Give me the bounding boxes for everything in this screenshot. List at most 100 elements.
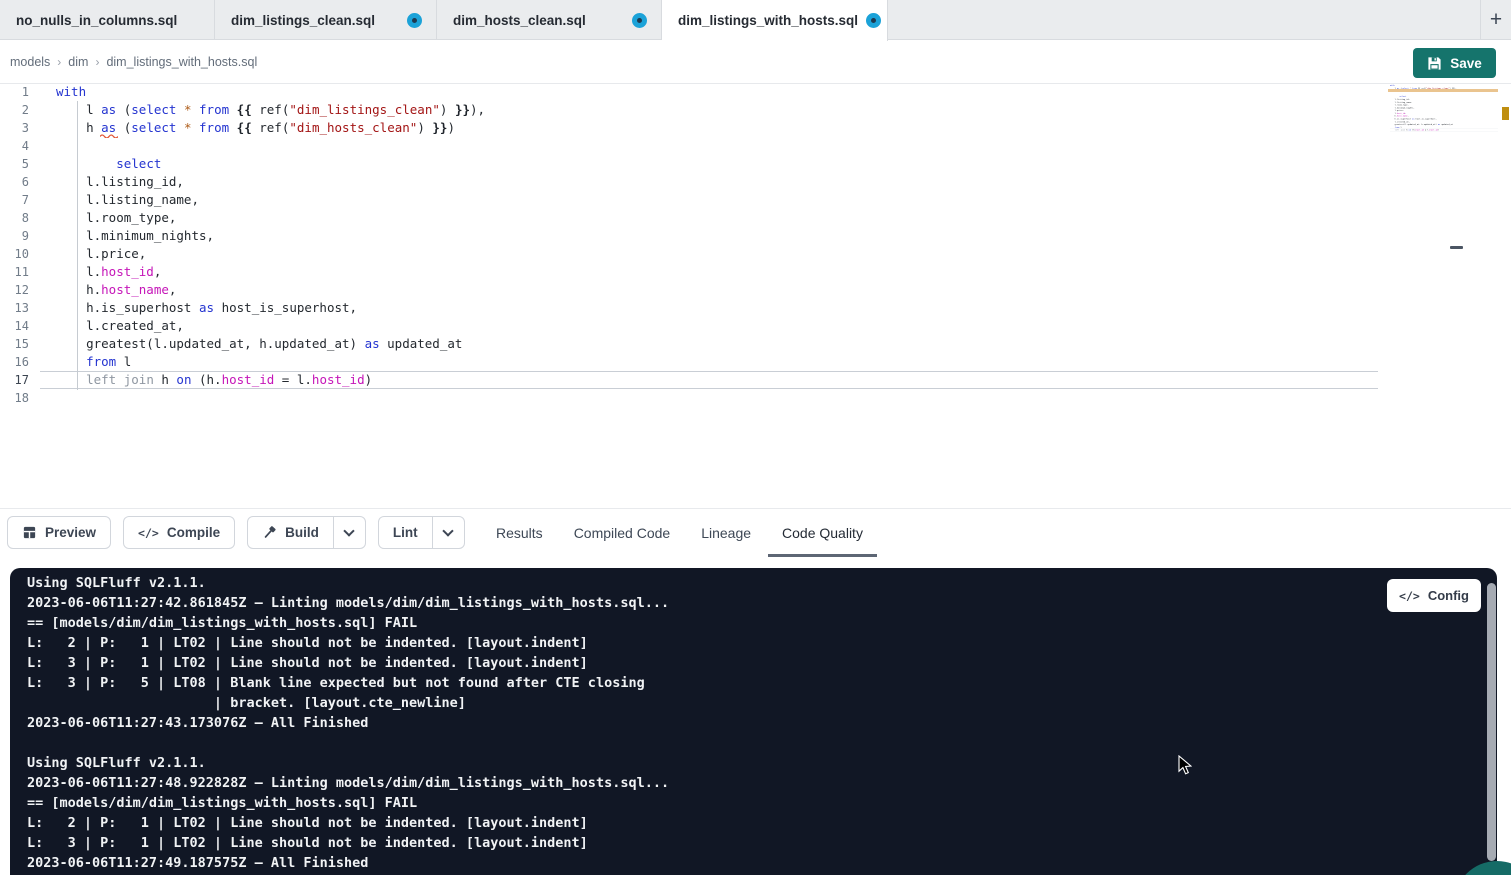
- unsaved-changes-icon: [407, 13, 422, 28]
- line-number: 12: [0, 281, 40, 299]
- indent-guide: [77, 101, 78, 390]
- tab-label: dim_hosts_clean.sql: [453, 13, 586, 28]
- code-line[interactable]: l.host_id,: [40, 263, 1378, 281]
- button-group-preview: Preview: [7, 516, 111, 549]
- new-tab-button[interactable]: +: [1480, 0, 1511, 40]
- lint-dropdown-button[interactable]: [432, 516, 465, 549]
- code-line[interactable]: with: [40, 84, 1378, 101]
- code-line[interactable]: [40, 389, 1378, 407]
- code-line[interactable]: l.price,: [40, 245, 1378, 263]
- tab-label: dim_listings_with_hosts.sql: [678, 13, 858, 28]
- save-button-label: Save: [1450, 56, 1482, 71]
- chevron-down-icon: [442, 525, 453, 536]
- terminal-scrollbar[interactable]: [1487, 583, 1496, 861]
- code-line[interactable]: l.listing_id,: [40, 173, 1378, 191]
- line-number: 7: [0, 191, 40, 209]
- code-line[interactable]: h.host_name,: [40, 281, 1378, 299]
- config-button[interactable]: </> Config: [1387, 579, 1481, 612]
- breadcrumb-bar: models › dim › dim_listings_with_hosts.sql S…: [0, 41, 1511, 84]
- line-number: 17: [0, 371, 40, 389]
- ide-window: no_nulls_in_columns.sql dim_listings_clea…: [0, 0, 1511, 875]
- line-number: 6: [0, 173, 40, 191]
- tab-strip: no_nulls_in_columns.sql dim_listings_clea…: [0, 0, 888, 39]
- tab-no-nulls-in-columns-sql[interactable]: no_nulls_in_columns.sql: [0, 0, 215, 40]
- line-number: 15: [0, 335, 40, 353]
- line-number: 2: [0, 101, 40, 119]
- unsaved-changes-icon: [866, 13, 881, 28]
- code-line[interactable]: l.listing_name,: [40, 191, 1378, 209]
- action-toolbar: Preview </> Compile Build Lint Results Compil…: [0, 508, 1511, 556]
- line-number: 1: [0, 84, 40, 101]
- code-line[interactable]: from l: [40, 353, 1378, 371]
- lint-warning-squiggle-icon: [100, 133, 118, 138]
- config-button-label: Config: [1428, 588, 1469, 603]
- unsaved-changes-icon: [632, 13, 647, 28]
- floppy-disk-icon: [1427, 56, 1442, 71]
- code-line[interactable]: l.created_at,: [40, 317, 1378, 335]
- tab-dim-listings-clean-sql[interactable]: dim_listings_clean.sql: [215, 0, 437, 40]
- tab-dim-hosts-clean-sql[interactable]: dim_hosts_clean.sql: [437, 0, 662, 40]
- breadcrumb-segment-dim-listings-with-hosts-sql[interactable]: dim_listings_with_hosts.sql: [106, 55, 257, 69]
- line-number: 9: [0, 227, 40, 245]
- panel-tab-results[interactable]: Results: [496, 525, 543, 541]
- compile-button[interactable]: </> Compile: [123, 516, 235, 549]
- button-group-lint: Lint: [378, 516, 465, 549]
- tab-label: dim_listings_clean.sql: [231, 13, 375, 28]
- line-number: 5: [0, 155, 40, 173]
- breadcrumb-separator: ›: [57, 55, 61, 69]
- minimap-warning-highlight: [1388, 89, 1498, 92]
- code-line[interactable]: l.minimum_nights,: [40, 227, 1378, 245]
- overview-ruler-warning-mark: [1502, 107, 1509, 120]
- build-button[interactable]: Build: [247, 516, 334, 549]
- code-line[interactable]: h as (select * from {{ ref("dim_hosts_cl…: [40, 119, 1378, 137]
- minimap[interactable]: with l as (select * from {{ ref("dim_lis…: [1390, 84, 1498, 424]
- terminal-panel[interactable]: Using SQLFluff v2.1.1. 2023-06-06T11:27:…: [10, 568, 1497, 875]
- line-number: 11: [0, 263, 40, 281]
- button-label: Preview: [45, 525, 96, 540]
- panel-tab-compiled-code[interactable]: Compiled Code: [574, 525, 671, 541]
- tab-dim-listings-with-hosts-sql[interactable]: dim_listings_with_hosts.sql: [662, 0, 888, 41]
- editor-scroll-marker[interactable]: [1450, 246, 1463, 249]
- code-icon: </>: [138, 526, 159, 540]
- hammer-icon: [262, 525, 277, 540]
- chevron-down-icon: [344, 525, 355, 536]
- breadcrumb-segment-dim[interactable]: dim: [68, 55, 88, 69]
- line-number: 4: [0, 137, 40, 155]
- code-line[interactable]: left join h on (h.host_id = l.host_id): [40, 371, 1378, 389]
- code-line[interactable]: l as (select * from {{ ref("dim_listings…: [40, 101, 1378, 119]
- code-lines: with l as (select * from {{ ref("dim_lis…: [40, 84, 1378, 407]
- code-line[interactable]: l.room_type,: [40, 209, 1378, 227]
- line-number: 3: [0, 119, 40, 137]
- line-number: 14: [0, 317, 40, 335]
- code-editor[interactable]: 123456789101112131415161718 with l as (s…: [0, 84, 1511, 508]
- panel-tabs: Results Compiled Code Lineage Code Quality: [496, 509, 863, 557]
- code-line[interactable]: h.is_superhost as host_is_superhost,: [40, 299, 1378, 317]
- line-number: 10: [0, 245, 40, 263]
- breadcrumb: models › dim › dim_listings_with_hosts.sql: [10, 55, 257, 69]
- button-group-build: Build: [247, 516, 366, 549]
- line-number: 18: [0, 389, 40, 407]
- line-number: 8: [0, 209, 40, 227]
- table-icon: [22, 525, 37, 540]
- button-label: Compile: [167, 525, 220, 540]
- action-buttons: Preview </> Compile Build Lint: [7, 516, 477, 549]
- preview-button[interactable]: Preview: [7, 516, 111, 549]
- button-label: Build: [285, 525, 319, 540]
- button-group-compile: </> Compile: [123, 516, 235, 549]
- panel-tab-lineage[interactable]: Lineage: [701, 525, 751, 541]
- line-number: 16: [0, 353, 40, 371]
- button-label: Lint: [393, 525, 418, 540]
- breadcrumb-separator: ›: [95, 55, 99, 69]
- tab-bar: no_nulls_in_columns.sql dim_listings_clea…: [0, 0, 1511, 40]
- line-numbers: 123456789101112131415161718: [0, 84, 40, 407]
- lint-button[interactable]: Lint: [378, 516, 433, 549]
- breadcrumb-segment-models[interactable]: models: [10, 55, 50, 69]
- code-line[interactable]: greatest(l.updated_at, h.updated_at) as …: [40, 335, 1378, 353]
- code-line[interactable]: [1390, 131, 1498, 134]
- build-dropdown-button[interactable]: [333, 516, 366, 549]
- code-line[interactable]: [40, 137, 1378, 155]
- save-button[interactable]: Save: [1413, 48, 1496, 78]
- panel-tab-code-quality[interactable]: Code Quality: [782, 525, 863, 541]
- code-line[interactable]: select: [40, 155, 1378, 173]
- terminal-output: Using SQLFluff v2.1.1. 2023-06-06T11:27:…: [10, 568, 1497, 873]
